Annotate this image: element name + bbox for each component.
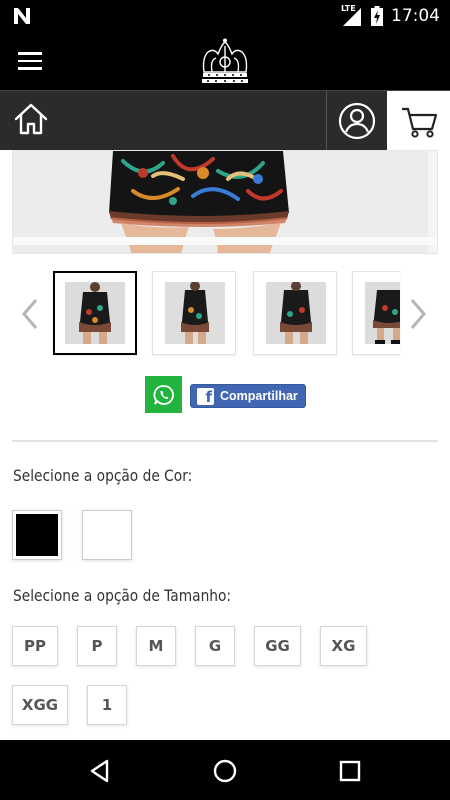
whatsapp-share-button[interactable]: [145, 376, 182, 413]
user-icon: [338, 102, 376, 140]
divider: [12, 440, 438, 442]
size-button-m[interactable]: M: [136, 626, 176, 666]
status-bar: LTE 17:04: [0, 0, 450, 32]
thumbnail-3[interactable]: [253, 271, 337, 355]
thumbnail-2[interactable]: [152, 271, 236, 355]
home-icon[interactable]: [10, 99, 52, 141]
size-button-1[interactable]: 1: [87, 685, 127, 725]
user-account-button[interactable]: [326, 91, 387, 151]
size-button-xgg[interactable]: XGG: [12, 685, 68, 725]
color-swatch-black[interactable]: [12, 510, 62, 560]
color-swatch-white[interactable]: [82, 510, 132, 560]
facebook-share-button[interactable]: f Compartilhar: [190, 384, 306, 408]
whatsapp-icon: [153, 384, 174, 405]
share-row: f Compartilhar: [0, 376, 450, 416]
clock: 17:04: [391, 6, 440, 26]
facebook-share-label: Compartilhar: [220, 389, 298, 403]
crown-logo[interactable]: [198, 38, 252, 84]
product-main-image[interactable]: [12, 150, 438, 254]
signal-icon: LTE: [341, 4, 363, 26]
dress-thumb-image: [165, 282, 225, 344]
size-button-xg[interactable]: XG: [320, 626, 367, 666]
back-icon[interactable]: [87, 758, 113, 784]
thumbnail-carousel: [0, 268, 450, 360]
hamburger-icon[interactable]: [18, 52, 42, 70]
thumbnail-1[interactable]: [53, 271, 137, 355]
product-content: f Compartilhar Selecione a opção de Cor:…: [0, 150, 450, 740]
notification-n-icon: [14, 8, 30, 24]
battery-charging-icon: [371, 6, 383, 26]
swatch-fill: [16, 514, 58, 556]
chevron-right-icon[interactable]: [406, 296, 430, 332]
dress-thumb-image: [365, 282, 400, 344]
color-option-label: Selecione a opção de Cor:: [13, 466, 193, 485]
app-bar: [0, 32, 450, 90]
dress-thumb-image: [266, 282, 326, 344]
size-option-label: Selecione a opção de Tamanho:: [13, 586, 232, 605]
system-navigation-bar: [0, 740, 450, 800]
recents-icon[interactable]: [337, 758, 363, 784]
size-button-pp[interactable]: PP: [12, 626, 58, 666]
swatch-fill: [86, 514, 128, 556]
nav-bar: [0, 90, 450, 151]
chevron-left-icon[interactable]: [18, 296, 42, 332]
facebook-icon: f: [197, 387, 214, 405]
size-button-gg[interactable]: GG: [254, 626, 301, 666]
dress-thumb-image: [65, 282, 125, 344]
home-circle-icon[interactable]: [212, 758, 238, 784]
thumbnail-4[interactable]: [352, 271, 400, 355]
size-button-g[interactable]: G: [195, 626, 235, 666]
size-button-p[interactable]: P: [77, 626, 117, 666]
cart-button[interactable]: [387, 91, 450, 151]
cart-icon: [401, 107, 437, 138]
